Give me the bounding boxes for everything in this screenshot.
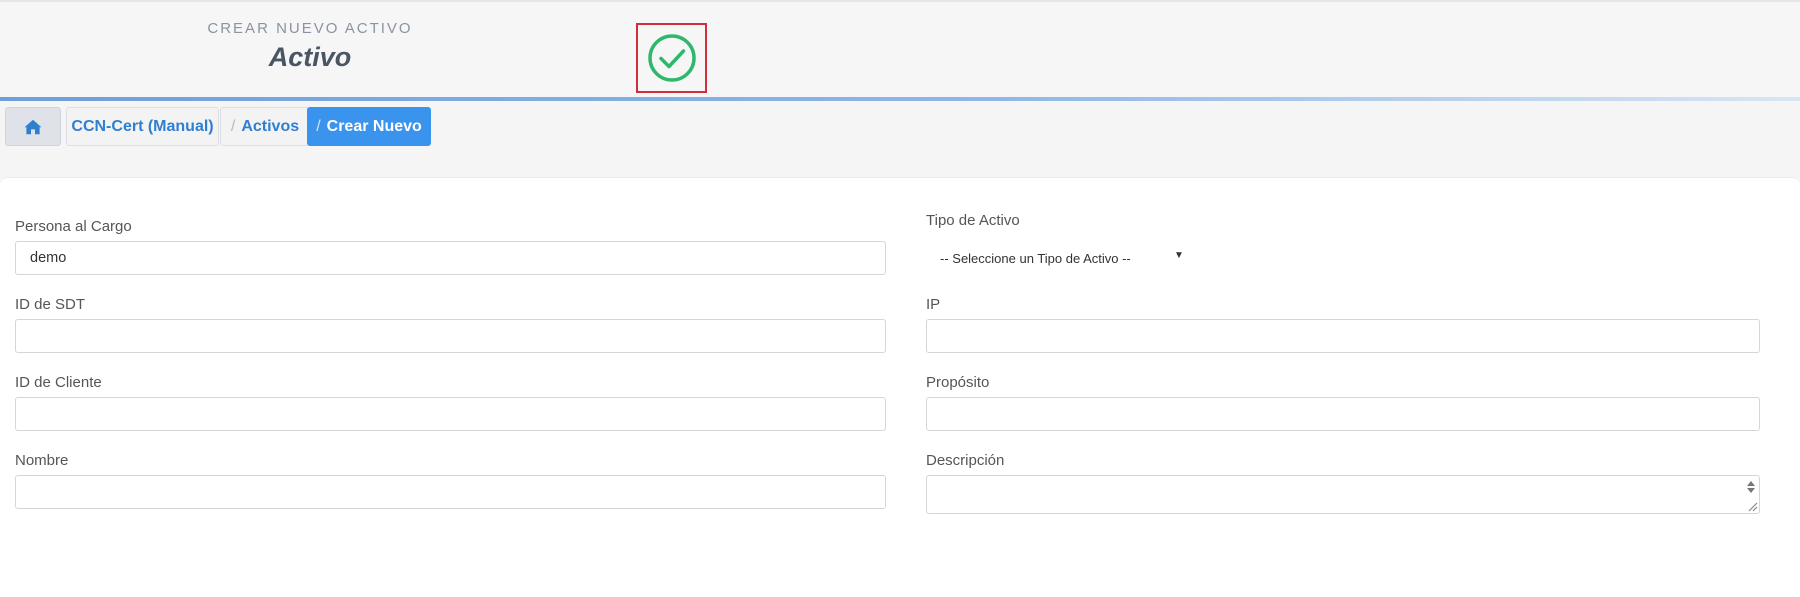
breadcrumb-separator: / bbox=[230, 117, 236, 135]
tipo-select[interactable]: -- Seleccione un Tipo de Activo -- ▼ bbox=[940, 247, 1184, 269]
nombre-label: Nombre bbox=[15, 452, 69, 469]
dropdown-arrow-icon: ▼ bbox=[1174, 250, 1184, 261]
header-divider bbox=[0, 97, 1800, 101]
tipo-label: Tipo de Activo bbox=[926, 212, 1020, 229]
home-icon bbox=[24, 119, 42, 134]
persona-label: Persona al Cargo bbox=[15, 218, 132, 235]
proposito-input[interactable] bbox=[926, 397, 1760, 431]
check-circle-icon bbox=[647, 34, 696, 82]
tipo-select-value: -- Seleccione un Tipo de Activo -- bbox=[940, 250, 1131, 266]
breadcrumb-home[interactable] bbox=[5, 107, 61, 146]
breadcrumb-item-ccn-cert[interactable]: CCN-Cert (Manual) bbox=[66, 107, 219, 146]
cliente-label: ID de Cliente bbox=[15, 374, 102, 391]
page-title: Activo bbox=[268, 42, 352, 72]
page-header: CREAR NUEVO ACTIVO Activo bbox=[0, 0, 1800, 99]
resize-grip-icon[interactable] bbox=[1746, 500, 1758, 512]
breadcrumb-label: Crear Nuevo bbox=[326, 117, 422, 135]
breadcrumb-label: CCN-Cert (Manual) bbox=[71, 117, 214, 135]
nombre-input[interactable] bbox=[15, 475, 886, 509]
spinner-arrows-icon[interactable] bbox=[1745, 479, 1757, 499]
cliente-input[interactable] bbox=[15, 397, 886, 431]
persona-input[interactable]: demo bbox=[15, 241, 886, 275]
page-subtitle: CREAR NUEVO ACTIVO bbox=[207, 20, 413, 37]
descripcion-textarea[interactable] bbox=[926, 475, 1760, 514]
ip-input[interactable] bbox=[926, 319, 1760, 353]
descripcion-label: Descripción bbox=[926, 452, 1005, 469]
breadcrumb-label: Activos bbox=[241, 117, 300, 135]
breadcrumb-item-activos[interactable]: / Activos bbox=[220, 107, 310, 146]
breadcrumb-separator: / bbox=[316, 117, 321, 135]
status-indicator[interactable] bbox=[636, 23, 707, 93]
proposito-label: Propósito bbox=[926, 374, 990, 391]
breadcrumb-item-crear-nuevo[interactable]: / Crear Nuevo bbox=[307, 107, 431, 146]
form-panel bbox=[0, 177, 1800, 597]
sdt-input[interactable] bbox=[15, 319, 886, 353]
page-heading: CREAR NUEVO ACTIVO Activo bbox=[190, 20, 430, 74]
ip-label: IP bbox=[926, 296, 941, 313]
sdt-label: ID de SDT bbox=[15, 296, 86, 313]
